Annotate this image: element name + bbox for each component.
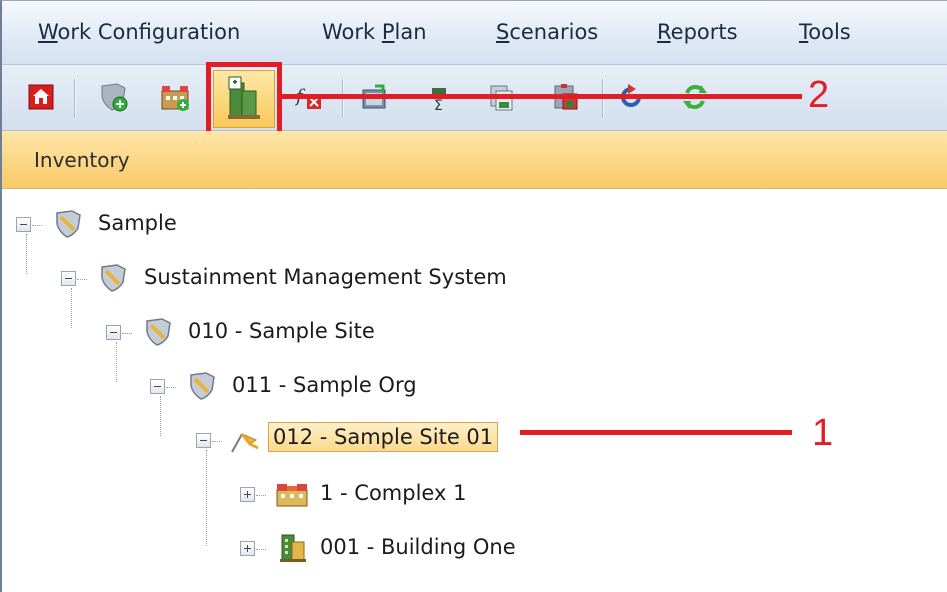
inventory-panel-header: Inventory [2, 131, 947, 189]
collapse-toggle[interactable] [196, 433, 211, 448]
tree-connector [32, 225, 42, 226]
collapse-toggle[interactable] [106, 325, 121, 340]
home-button[interactable] [24, 80, 58, 114]
tree-connector [212, 441, 222, 442]
toolbar-separator [74, 79, 75, 117]
tree-node-label: 1 - Complex 1 [320, 481, 467, 505]
tree-connector [256, 495, 266, 496]
tree-node-010-sample-site[interactable]: 010 - Sample Site [2, 316, 502, 350]
shield-icon [101, 264, 126, 292]
collapse-toggle[interactable] [61, 271, 76, 286]
callout-1-line [520, 430, 792, 435]
add-site-shield-icon [101, 83, 128, 112]
tree-connector [122, 333, 132, 334]
callout-2-line [282, 94, 802, 99]
tree-node-label: 010 - Sample Site [188, 319, 375, 343]
tree-node-012-sample-site-01[interactable]: 012 - Sample Site 01 [2, 422, 562, 458]
add-site-button[interactable] [96, 80, 130, 114]
tree-connector [166, 387, 176, 388]
callout-1-number: 1 [812, 412, 834, 454]
home-icon [28, 84, 54, 110]
expand-toggle[interactable] [240, 541, 255, 556]
panel-title: Inventory [34, 148, 130, 172]
callout-2-number: 2 [808, 74, 830, 116]
tree-connector [77, 279, 87, 280]
complex-icon [276, 484, 308, 507]
menu-work-configuration[interactable]: Work Configuration [38, 20, 240, 44]
menu-bar: Work Configuration Work Plan Scenarios R… [2, 1, 947, 65]
expand-toggle[interactable] [240, 487, 255, 502]
building-icon [280, 534, 306, 562]
tree-node-011-sample-org[interactable]: 011 - Sample Org [2, 370, 502, 404]
shield-icon [56, 210, 81, 238]
add-building-highlight-box [206, 62, 282, 137]
tree-connector [256, 549, 266, 550]
collapse-toggle[interactable] [150, 379, 165, 394]
tree-node-label: 001 - Building One [320, 535, 516, 559]
menu-scenarios[interactable]: Scenarios [496, 20, 598, 44]
add-complex-icon [161, 86, 189, 111]
collapse-toggle[interactable] [16, 217, 31, 232]
tree-node-sustainment-management-system[interactable]: Sustainment Management System [2, 262, 602, 296]
tree-node-sample[interactable]: Sample [2, 208, 302, 242]
menu-tools[interactable]: Tools [799, 20, 851, 44]
tree-node-label-selected: 012 - Sample Site 01 [268, 422, 499, 452]
shield-icon [190, 372, 215, 400]
svg-text:Σ: Σ [434, 98, 443, 112]
tree-node-label: Sustainment Management System [144, 265, 507, 289]
menu-work-plan[interactable]: Work Plan [322, 20, 427, 44]
add-complex-button[interactable] [158, 80, 192, 114]
tree-node-label: Sample [98, 211, 177, 235]
tree-node-1-complex-1[interactable]: 1 - Complex 1 [2, 478, 502, 512]
site-flag-icon [231, 433, 259, 453]
shield-icon [146, 318, 171, 346]
inventory-tree: Sample Sustainment Management System 010… [2, 190, 947, 592]
tree-node-label: 011 - Sample Org [232, 373, 417, 397]
tree-node-001-building-one[interactable]: 001 - Building One [2, 532, 562, 566]
menu-reports[interactable]: Reports [657, 20, 738, 44]
